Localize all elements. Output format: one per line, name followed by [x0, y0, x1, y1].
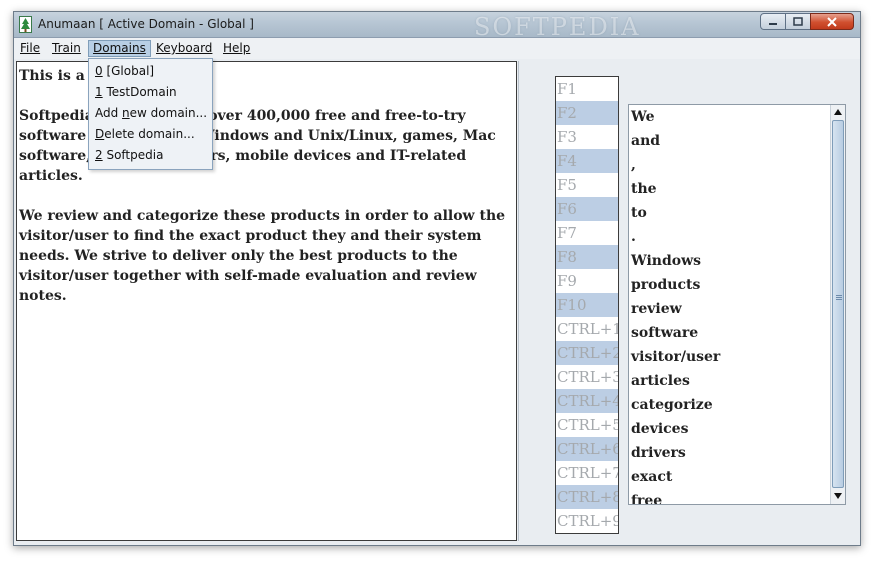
suggestion-item[interactable]: .	[631, 225, 829, 249]
suggestion-item[interactable]: articles	[631, 369, 829, 393]
mnemonic: n	[122, 106, 130, 120]
menu-item-label: [Global]	[102, 64, 155, 78]
suggestion-scrollbar[interactable]	[830, 105, 845, 504]
window-title: Anumaan [ Active Domain - Global ]	[38, 17, 254, 31]
shortcut-item: F5	[557, 176, 577, 194]
maximize-button[interactable]	[785, 13, 811, 30]
shortcut-item: F7	[557, 224, 577, 242]
domain-item-testdomain[interactable]: 1 TestDomain	[95, 83, 177, 101]
shortcut-item: CTRL+4	[556, 389, 618, 413]
suggestion-item[interactable]: exact	[631, 465, 829, 489]
thumb-grip	[836, 297, 842, 298]
thumb-grip	[836, 299, 842, 300]
shortcut-item: CTRL+7	[557, 464, 619, 482]
mnemonic: 2	[95, 148, 103, 162]
menu-domains[interactable]: Domains	[88, 40, 151, 57]
thumb-grip	[836, 295, 842, 296]
suggestion-item[interactable]: free	[631, 489, 829, 504]
suggestion-item[interactable]: products	[631, 273, 829, 297]
shortcut-item: F1	[557, 80, 577, 98]
shortcut-item: F4	[556, 149, 618, 173]
tree-icon	[19, 16, 32, 33]
menu-item-label: ew domain...	[129, 106, 208, 120]
window-controls	[760, 13, 854, 31]
menu-train-label: Train	[52, 41, 81, 55]
suggestion-item[interactable]: categorize	[631, 393, 829, 417]
arrow-down-icon	[834, 493, 842, 499]
add-domain-item[interactable]: Add new domain...	[95, 104, 207, 122]
shortcut-item: F6	[556, 197, 618, 221]
close-button[interactable]	[810, 13, 854, 30]
minimize-button[interactable]	[760, 13, 786, 30]
shortcut-item: CTRL+5	[557, 416, 619, 434]
domain-item-softpedia[interactable]: 2 Softpedia	[95, 146, 163, 164]
suggestion-item[interactable]: Windows	[631, 249, 829, 273]
menu-item-label: TestDomain	[102, 85, 177, 99]
scroll-down-button[interactable]	[831, 489, 845, 503]
suggestion-item[interactable]: to	[631, 201, 829, 225]
shortcut-item: CTRL+1	[557, 320, 619, 338]
shortcut-item: F10	[556, 293, 618, 317]
domain-item-global[interactable]: 0 [Global]	[95, 62, 154, 80]
suggestion-item[interactable]: the	[631, 177, 829, 201]
menu-help-label: Help	[223, 41, 251, 55]
menu-domains-label: Domains	[93, 41, 146, 55]
domains-dropdown: 0 [Global] 1 TestDomain Add new domain..…	[88, 58, 213, 170]
maximize-icon	[793, 17, 803, 26]
menu-item-label: Softpedia	[102, 148, 164, 162]
suggestion-item[interactable]: We	[631, 105, 829, 129]
shortcut-item: F8	[556, 245, 618, 269]
mnemonic: D	[95, 127, 105, 141]
suggestion-item[interactable]: and	[631, 129, 829, 153]
shortcut-item: F2	[556, 101, 618, 125]
shortcut-item: CTRL+2	[556, 341, 618, 365]
menu-file[interactable]: File	[16, 40, 44, 57]
suggestion-items: We and , the to . Windows products revie…	[631, 105, 829, 504]
menu-keyboard-label: Keyboard	[156, 41, 213, 55]
suggestion-list[interactable]: We and , the to . Windows products revie…	[628, 104, 846, 505]
menu-keyboard[interactable]: Keyboard	[152, 40, 216, 57]
menu-item-label: elete domain...	[104, 127, 195, 141]
shortcut-list: F1 F2 F3 F4 F5 F6 F7 F8 F9 F10 CTRL+1 CT…	[555, 76, 619, 534]
pane-divider[interactable]	[518, 61, 519, 541]
suggestion-item[interactable]: visitor/user	[631, 345, 829, 369]
minimize-icon	[769, 22, 777, 25]
doc-paragraph-3: We review and categorize these products …	[19, 208, 506, 304]
shortcut-item: F9	[557, 272, 577, 290]
suggestion-item[interactable]: ,	[631, 153, 829, 177]
suggestion-item[interactable]: devices	[631, 417, 829, 441]
app-window: Anumaan [ Active Domain - Global ] SOFTP…	[13, 11, 861, 546]
mnemonic: 0	[95, 64, 103, 78]
suggestion-item[interactable]: software	[631, 321, 829, 345]
shortcut-item: CTRL+8	[556, 485, 618, 509]
shortcut-item: CTRL+3	[557, 368, 619, 386]
watermark-text: SOFTPEDIA	[474, 13, 641, 41]
menu-train[interactable]: Train	[48, 40, 85, 57]
menu-item-prefix: Add	[95, 106, 123, 120]
scroll-up-button[interactable]	[831, 105, 845, 119]
menu-help[interactable]: Help	[219, 40, 254, 57]
arrow-up-icon	[834, 109, 842, 115]
delete-domain-item[interactable]: Delete domain...	[95, 125, 195, 143]
shortcut-item: CTRL+9	[557, 512, 619, 530]
title-bar[interactable]: Anumaan [ Active Domain - Global ] SOFTP…	[14, 12, 860, 41]
close-icon	[827, 16, 837, 27]
suggestion-item[interactable]: drivers	[631, 441, 829, 465]
menu-file-label: File	[20, 41, 41, 55]
suggestion-item[interactable]: review	[631, 297, 829, 321]
scroll-thumb[interactable]	[832, 120, 844, 488]
shortcut-item: CTRL+6	[556, 437, 618, 461]
shortcut-item: F3	[557, 128, 577, 146]
menu-bar: File Train Domains Keyboard Help	[14, 38, 860, 59]
mnemonic: 1	[95, 85, 103, 99]
